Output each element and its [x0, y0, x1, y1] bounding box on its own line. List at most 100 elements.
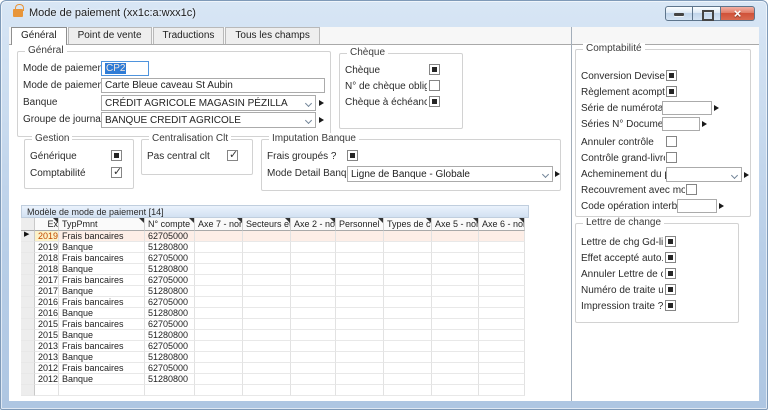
table-cell [384, 297, 432, 308]
table-cell [243, 286, 291, 297]
cheque-echeance-checkbox[interactable] [429, 96, 440, 107]
recouvrement-checkbox[interactable] [686, 184, 697, 195]
tab-strip: Général Point de vente Traductions Tous … [9, 27, 759, 45]
comptabilite-checkbox[interactable] [111, 167, 122, 178]
column-header-types[interactable]: Types de cha [384, 218, 432, 231]
conversion-devise-checkbox[interactable] [666, 70, 677, 81]
column-header-axe7[interactable]: Axe 7 - non d [195, 218, 243, 231]
row-marker[interactable] [21, 341, 35, 352]
acheminement-goto-arrow-icon[interactable] [744, 172, 749, 178]
serie-goto-arrow-icon[interactable] [714, 105, 719, 111]
table-cell [384, 330, 432, 341]
controle-grand-livre-checkbox[interactable] [666, 152, 677, 163]
table-row[interactable]: 2017Frais bancaires62705000 [21, 275, 529, 286]
column-header-axe6[interactable]: Axe 6 - non d [479, 218, 525, 231]
close-button[interactable] [721, 6, 755, 21]
bank-select[interactable]: CRÉDIT AGRICOLE MAGASIN PÉZILLA [101, 95, 316, 111]
row-marker-header [21, 218, 35, 231]
row-marker[interactable] [21, 352, 35, 363]
row-marker[interactable] [21, 231, 35, 242]
generique-checkbox[interactable] [111, 150, 122, 161]
title-bar[interactable]: Mode de paiement (xx1c:a:wxx1c) [1, 1, 768, 27]
lettre-gd-livre-checkbox[interactable] [665, 236, 676, 247]
effet-accepte-checkbox[interactable] [665, 252, 676, 263]
tab-traductions[interactable]: Traductions [153, 27, 225, 44]
table-row[interactable]: 2016Banque51280800 [21, 308, 529, 319]
table-cell [384, 275, 432, 286]
column-header-axe5[interactable]: Axe 5 - non d [432, 218, 479, 231]
pas-central-clt-checkbox[interactable] [227, 150, 238, 161]
row-marker[interactable] [21, 275, 35, 286]
journal-group-select[interactable]: BANQUE CREDIT AGRICOLE [101, 112, 316, 128]
window-content: Général Point de vente Traductions Tous … [9, 27, 759, 401]
row-marker[interactable] [21, 264, 35, 275]
series-document-input[interactable] [662, 117, 700, 131]
row-marker[interactable] [21, 242, 35, 253]
table-cell: 2013 [35, 341, 59, 352]
column-header-personnel[interactable]: Personnel [336, 218, 384, 231]
row-marker[interactable] [21, 297, 35, 308]
table-row[interactable]: 2013Banque51280800 [21, 352, 529, 363]
table-cell [336, 352, 384, 363]
column-header-axe2[interactable]: Axe 2 - non d [291, 218, 336, 231]
table-row[interactable]: 2016Frais bancaires62705000 [21, 297, 529, 308]
table-cell [384, 242, 432, 253]
maximize-button[interactable] [693, 6, 721, 21]
acheminement-select[interactable] [666, 167, 742, 182]
table-cell: 51280800 [145, 308, 195, 319]
table-row[interactable]: 2015Banque51280800 [21, 330, 529, 341]
lettre-gd-livre-label: Lettre de chg Gd-livre [581, 237, 663, 248]
frais-groupes-checkbox[interactable] [347, 150, 358, 161]
tab-general[interactable]: Général [11, 27, 67, 45]
code-operation-goto-arrow-icon[interactable] [719, 203, 724, 209]
column-header-typpmnt[interactable]: TypPmnt [59, 218, 145, 231]
conversion-devise-label: Conversion Devise [581, 71, 665, 82]
table-row[interactable]: 2019Banque51280800 [21, 242, 529, 253]
row-marker[interactable] [21, 286, 35, 297]
row-marker[interactable] [21, 374, 35, 385]
reglement-acompte-checkbox[interactable] [666, 86, 677, 97]
table-row[interactable]: 2013Frais bancaires62705000 [21, 341, 529, 352]
table-row[interactable] [21, 385, 529, 396]
bank-goto-arrow-icon[interactable] [319, 100, 324, 106]
cheque-number-required-checkbox[interactable] [429, 80, 440, 91]
journal-goto-arrow-icon[interactable] [319, 117, 324, 123]
impression-traite-checkbox[interactable] [665, 300, 676, 311]
cheque-checkbox[interactable] [429, 64, 440, 75]
serie-numerotation-input[interactable] [662, 101, 712, 115]
series-doc-goto-arrow-icon[interactable] [702, 121, 707, 127]
row-marker[interactable] [21, 253, 35, 264]
table-cell: Frais bancaires [59, 275, 145, 286]
row-marker[interactable] [21, 308, 35, 319]
mode-detail-goto-arrow-icon[interactable] [555, 171, 560, 177]
column-header-ex[interactable]: Ex [35, 218, 59, 231]
column-header-compte[interactable]: N° compte [145, 218, 195, 231]
chevron-down-icon [542, 171, 549, 178]
tab-tous-les-champs[interactable]: Tous les champs [225, 27, 319, 44]
table-cell [384, 352, 432, 363]
code-operation-input[interactable] [677, 199, 717, 213]
tab-point-de-vente[interactable]: Point de vente [68, 27, 152, 44]
table-row[interactable]: 2017Banque51280800 [21, 286, 529, 297]
payment-name-input[interactable]: Carte Bleue caveau St Aubin [101, 78, 325, 93]
table-cell [195, 363, 243, 374]
numero-traite-checkbox[interactable] [665, 284, 676, 295]
row-marker[interactable] [21, 330, 35, 341]
payment-code-input[interactable]: CP2 [101, 61, 149, 76]
minimize-button[interactable] [665, 6, 693, 21]
table-row[interactable]: 2019Frais bancaires62705000 [21, 231, 529, 242]
table-row[interactable]: 2012Banque51280800 [21, 374, 529, 385]
row-marker[interactable] [21, 385, 35, 396]
annuler-lettre-checkbox[interactable] [665, 268, 676, 279]
table-cell [432, 363, 479, 374]
table-cell: 51280800 [145, 286, 195, 297]
row-marker[interactable] [21, 363, 35, 374]
mode-detail-banque-select[interactable]: Ligne de Banque - Globale [347, 166, 553, 182]
table-row[interactable]: 2018Banque51280800 [21, 264, 529, 275]
table-row[interactable]: 2012Frais bancaires62705000 [21, 363, 529, 374]
row-marker[interactable] [21, 319, 35, 330]
column-header-secteurs[interactable]: Secteurs et s [243, 218, 291, 231]
table-row[interactable]: 2018Frais bancaires62705000 [21, 253, 529, 264]
annuler-controle-checkbox[interactable] [666, 136, 677, 147]
table-row[interactable]: 2015Frais bancaires62705000 [21, 319, 529, 330]
